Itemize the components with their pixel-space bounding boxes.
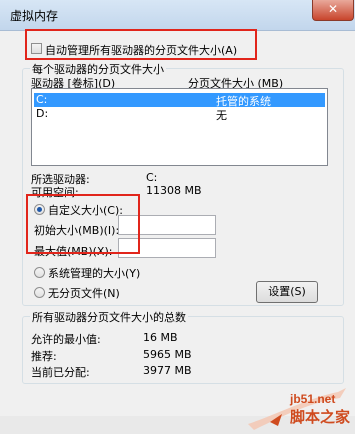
size-cell: 无: [216, 109, 227, 122]
min-size-value: 16 MB: [143, 331, 178, 344]
system-managed-radio[interactable]: [34, 267, 45, 278]
title-bar[interactable]: 虚拟内存 ✕: [0, 0, 355, 31]
drive-cell: C:: [36, 93, 48, 106]
no-paging-label[interactable]: 无分页文件(N): [48, 285, 120, 301]
close-button[interactable]: ✕: [312, 0, 354, 21]
no-paging-radio[interactable]: [34, 287, 45, 298]
annotation-box-custom-size: [26, 194, 140, 254]
drive-cell: D:: [36, 107, 49, 120]
window-title: 虚拟内存: [10, 9, 59, 23]
virtual-memory-dialog: 虚拟内存 ✕ 自动管理所有驱动器的分页文件大小(A) 每个驱动器的分页文件大小 …: [0, 0, 355, 434]
total-group-legend: 所有驱动器分页文件大小的总数: [30, 309, 188, 325]
drive-row-c[interactable]: C: 托管的系统: [34, 93, 325, 108]
min-size-label: 允许的最小值:: [31, 333, 101, 346]
current-allocated-label: 当前已分配:: [31, 366, 90, 379]
set-button[interactable]: 设置(S): [256, 281, 318, 303]
selected-drive-value: C:: [146, 171, 158, 184]
system-managed-label[interactable]: 系统管理的大小(Y): [48, 265, 140, 281]
drive-list[interactable]: C: 托管的系统 D: 无: [31, 88, 328, 166]
free-space-value: 11308 MB: [146, 184, 202, 197]
recommended-value: 5965 MB: [143, 348, 192, 361]
drive-row-d[interactable]: D: 无: [34, 107, 325, 122]
annotation-box-auto-manage: [25, 29, 257, 60]
current-allocated-value: 3977 MB: [143, 364, 192, 377]
close-icon: ✕: [327, 2, 339, 16]
recommended-label: 推荐:: [31, 350, 57, 363]
watermark-site: jb51.net: [290, 392, 336, 406]
watermark-name: 脚本之家: [290, 408, 351, 426]
